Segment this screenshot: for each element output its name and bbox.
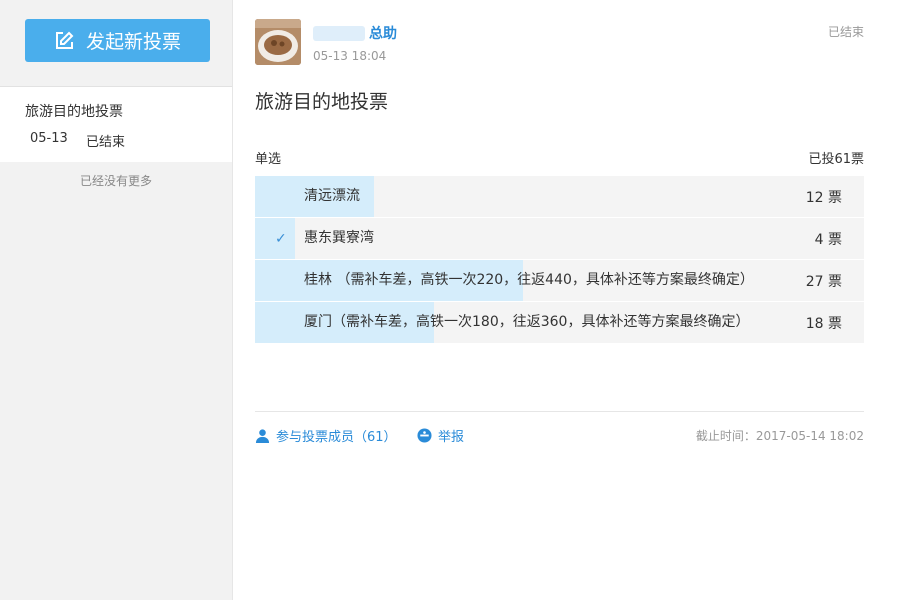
footer-divider [255,411,864,412]
report-link[interactable]: 举报 [417,426,464,445]
participants-link[interactable]: 参与投票成员（61） [255,426,397,445]
report-label: 举报 [438,430,465,445]
vote-option-label: 厦门（需补车差，高铁一次180，往返360，具体补还等方案最终确定） [304,314,750,330]
edit-icon [55,31,74,49]
no-more-text: 已经没有更多 [79,174,152,188]
vote-type: 单选 [255,152,282,167]
vote-title: 旅游目的地投票 [255,91,389,113]
status-badge: 已结束 [827,25,864,39]
post-time: 05-13 18:04 [313,49,387,63]
vote-option-count: 4 票 [814,231,842,248]
sidebar-vote-item-date: 05-13 [30,131,68,146]
sidebar: 发起新投票 旅游目的地投票 05-13 已结束 已经没有更多 [0,0,233,600]
new-vote-button[interactable]: 发起新投票 [25,19,210,62]
vote-detail: 总助 05-13 18:04 已结束 旅游目的地投票 单选 已投61票 清远漂流… [233,0,900,600]
avatar-image [255,19,301,65]
vote-option[interactable]: 桂林 （需补车差，高铁一次220，往返440，具体补还等方案最终确定） 27 票 [255,260,864,301]
vote-option[interactable]: 清远漂流 12 票 [255,176,864,217]
vote-option-count: 12 票 [805,189,842,206]
sidebar-vote-item-status: 已结束 [86,135,126,150]
vote-option-label: 桂林 （需补车差，高铁一次220，往返440，具体补还等方案最终确定） [304,272,754,288]
sidebar-vote-item-title: 旅游目的地投票 [25,104,123,120]
new-vote-label: 发起新投票 [85,31,181,53]
author-name-blurred [313,25,365,41]
vote-option[interactable]: ✓ 惠东巽寮湾 4 票 [255,218,864,259]
vote-option-label: 清远漂流 [304,188,360,204]
deadline: 截止时间：2017-05-14 18:02 [695,429,864,443]
avatar[interactable] [255,19,301,65]
vote-options: 清远漂流 12 票 ✓ 惠东巽寮湾 4 票 桂林 （需补车差，高铁一次220，往… [255,176,864,344]
report-icon [417,428,432,443]
sidebar-vote-item[interactable]: 旅游目的地投票 05-13 已结束 [0,87,232,162]
vote-option-count: 27 票 [805,273,842,290]
vote-total: 已投61票 [808,152,864,167]
author-name[interactable]: 总助 [313,23,397,43]
user-icon [255,429,270,443]
vote-option-count: 18 票 [805,315,842,332]
vote-option[interactable]: 厦门（需补车差，高铁一次180，往返360，具体补还等方案最终确定） 18 票 [255,302,864,343]
vote-option-label: 惠东巽寮湾 [304,230,374,246]
participants-label: 参与投票成员（61） [276,430,397,445]
author-name-text: 总助 [369,26,397,42]
